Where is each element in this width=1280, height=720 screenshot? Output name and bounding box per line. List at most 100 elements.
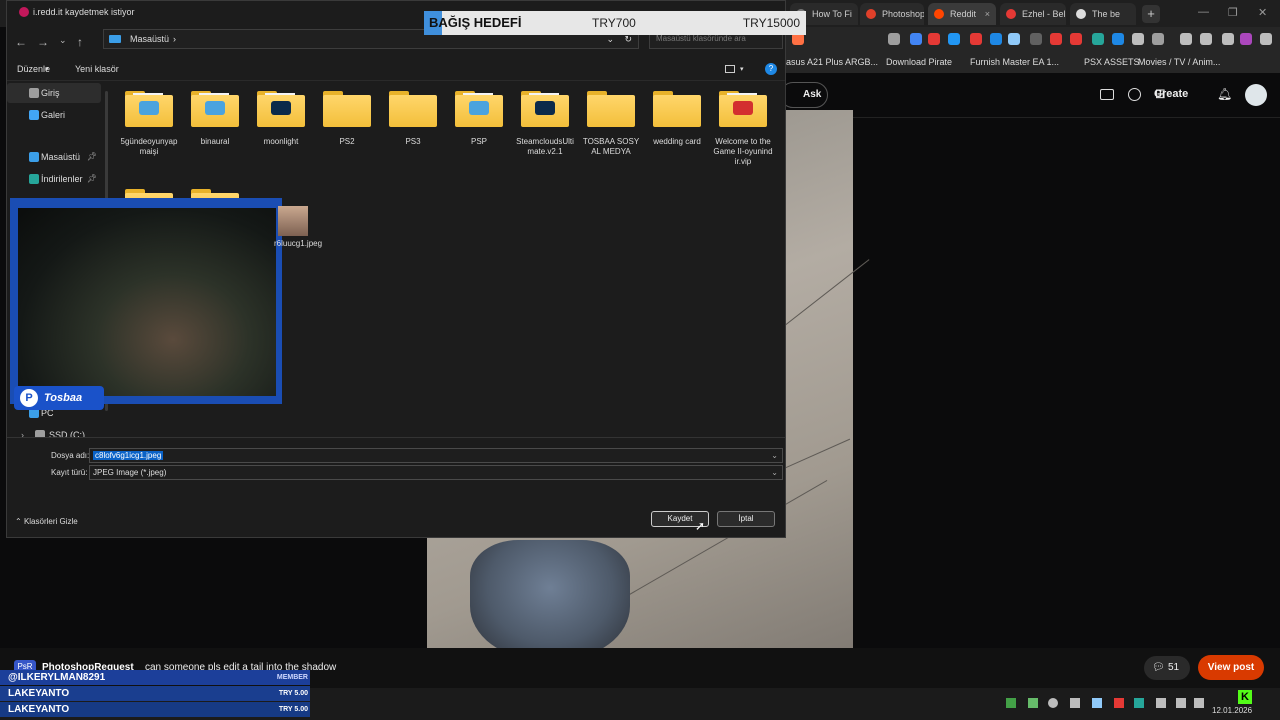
image-thumbnail[interactable] xyxy=(278,206,308,236)
tray-icon[interactable] xyxy=(1028,698,1038,708)
folder-badge-icon xyxy=(469,101,489,115)
view-options-icon[interactable] xyxy=(725,65,735,73)
extensions-puzzle-icon[interactable] xyxy=(1132,33,1144,45)
extension-icon[interactable] xyxy=(910,33,922,45)
avatar[interactable] xyxy=(1245,84,1267,106)
chevron-right-icon[interactable]: › xyxy=(173,34,176,44)
view-post-button[interactable]: View post xyxy=(1198,655,1264,680)
advertise-icon[interactable] xyxy=(1100,89,1114,100)
tray-icon[interactable] xyxy=(1006,698,1016,708)
extension-icon[interactable] xyxy=(888,33,900,45)
folder-item[interactable]: PSP xyxy=(449,91,509,147)
tray-icon[interactable] xyxy=(1134,698,1144,708)
stream-logo-icon: P xyxy=(20,389,38,407)
browser-app-icon xyxy=(19,7,29,17)
folder-item[interactable]: SteamcloudsUltimate.v2.1 xyxy=(515,91,575,157)
extension-icon[interactable] xyxy=(1030,33,1042,45)
extension-icon[interactable] xyxy=(990,33,1002,45)
extension-icon[interactable] xyxy=(1112,33,1124,45)
chevron-down-icon[interactable]: ▾ xyxy=(740,65,744,73)
network-icon[interactable] xyxy=(1176,698,1186,708)
extension-icon[interactable] xyxy=(1050,33,1062,45)
browser-tab[interactable]: The be xyxy=(1070,3,1136,25)
bookmark[interactable]: asus A21 Plus ARGB... xyxy=(786,57,878,67)
nav-label: Giriş xyxy=(41,88,60,98)
microphone-icon[interactable] xyxy=(1156,698,1166,708)
browser-tab[interactable]: Ezhel - Bel xyxy=(1000,3,1066,25)
folder-badge-icon xyxy=(139,101,159,115)
cancel-button[interactable]: İptal xyxy=(717,511,775,527)
close-window-icon[interactable]: ✕ xyxy=(1258,6,1267,19)
tray-icon[interactable] xyxy=(1070,698,1080,708)
chevron-down-icon[interactable]: ⌄ xyxy=(771,466,778,479)
filename-input[interactable]: c8lofv6g1icg1.jpeg ⌄ xyxy=(89,448,783,463)
back-icon[interactable]: ← xyxy=(15,35,27,49)
pin-icon[interactable]: 📌︎ xyxy=(87,169,97,189)
filetype-select[interactable]: JPEG Image (*.jpeg) ⌄ xyxy=(89,465,783,480)
notification-bell-icon[interactable]: 🔔︎ xyxy=(1217,87,1232,101)
browser-tab-active[interactable]: Reddit × xyxy=(928,3,996,25)
folder-item[interactable]: 5gündeoyunyapmaişi xyxy=(119,91,179,157)
reddit-header xyxy=(786,74,1280,118)
webcam-feed xyxy=(18,208,276,396)
folder-icon xyxy=(653,91,701,127)
extension-icon[interactable] xyxy=(1008,33,1020,45)
new-folder-button[interactable]: Yeni klasör xyxy=(75,64,119,74)
comments-button[interactable]: 💬︎ 51 xyxy=(1144,656,1190,680)
new-tab-button[interactable]: + xyxy=(1142,5,1160,23)
nav-item-downloads[interactable]: İndirilenler 📌︎ xyxy=(7,169,101,189)
wallet-icon[interactable] xyxy=(1222,33,1234,45)
folder-icon xyxy=(191,91,239,127)
download-icon[interactable] xyxy=(1180,33,1192,45)
help-icon[interactable]: ? xyxy=(765,63,777,75)
ask-button[interactable]: Ask xyxy=(780,82,828,108)
minimize-icon[interactable]: — xyxy=(1198,6,1209,18)
tray-icon[interactable] xyxy=(1048,698,1058,708)
file-name[interactable]: r6luucg1.jpeg xyxy=(274,239,322,249)
download-icon xyxy=(29,174,39,184)
chevron-down-icon[interactable]: ▾ xyxy=(45,65,49,73)
music-icon[interactable] xyxy=(1200,33,1212,45)
donation-title: BAĞIŞ HEDEFİ xyxy=(429,15,522,30)
profile-icon[interactable] xyxy=(1240,33,1252,45)
forward-icon[interactable]: → xyxy=(37,35,49,49)
extension-icon[interactable] xyxy=(1092,33,1104,45)
bookmark[interactable]: Download Pirate xyxy=(886,57,952,67)
close-tab-icon[interactable]: × xyxy=(985,3,990,25)
folder-item[interactable]: moonlight xyxy=(251,91,311,147)
create-button[interactable]: Create xyxy=(1154,88,1188,100)
extension-icon[interactable] xyxy=(970,33,982,45)
chevron-down-icon[interactable]: ⌄ xyxy=(771,449,778,462)
folder-item[interactable]: TOSBAA SOSYAL MEDYA xyxy=(581,91,641,157)
up-icon[interactable]: ↑ xyxy=(77,35,83,49)
tray-icon[interactable] xyxy=(1114,698,1124,708)
bookmark[interactable]: PSX ASSETS xyxy=(1084,57,1140,67)
pin-icon[interactable]: 📌︎ xyxy=(87,147,97,167)
nav-item-gallery[interactable]: Galeri xyxy=(7,105,101,125)
clock-date[interactable]: 12.01.2026 xyxy=(1212,706,1252,715)
recent-chevron-icon[interactable]: ⌄ xyxy=(59,35,67,46)
folder-item[interactable]: PS2 xyxy=(317,91,377,147)
folder-item[interactable]: PS3 xyxy=(383,91,443,147)
folder-item[interactable]: wedding card xyxy=(647,91,707,147)
folder-item[interactable]: binaural xyxy=(185,91,245,147)
bookmark[interactable]: Movies / TV / Anim... xyxy=(1138,57,1220,67)
folder-badge-icon xyxy=(205,101,225,115)
extension-icon[interactable] xyxy=(948,33,960,45)
extension-icon[interactable] xyxy=(928,33,940,45)
nav-item-home[interactable]: Giriş xyxy=(7,83,101,103)
tray-icon[interactable] xyxy=(1092,698,1102,708)
path-segment[interactable]: Masaüstü xyxy=(130,34,169,44)
folder-icon xyxy=(455,91,503,127)
menu-icon[interactable] xyxy=(1260,33,1272,45)
browser-tab[interactable]: Photoshop xyxy=(860,3,924,25)
chat-icon[interactable] xyxy=(1128,88,1141,101)
hide-folders-button[interactable]: ⌃ Klasörleri Gizle xyxy=(15,517,78,526)
maximize-icon[interactable]: ❐ xyxy=(1228,6,1238,19)
folder-item[interactable]: Welcome to the Game II-oyunindir.vip xyxy=(713,91,773,167)
volume-icon[interactable] xyxy=(1194,698,1204,708)
extension-icon[interactable] xyxy=(1070,33,1082,45)
sidebar-icon[interactable] xyxy=(1152,33,1164,45)
nav-item-desktop[interactable]: Masaüstü 📌︎ xyxy=(7,147,101,167)
bookmark[interactable]: Furnish Master EA 1... xyxy=(970,57,1059,67)
